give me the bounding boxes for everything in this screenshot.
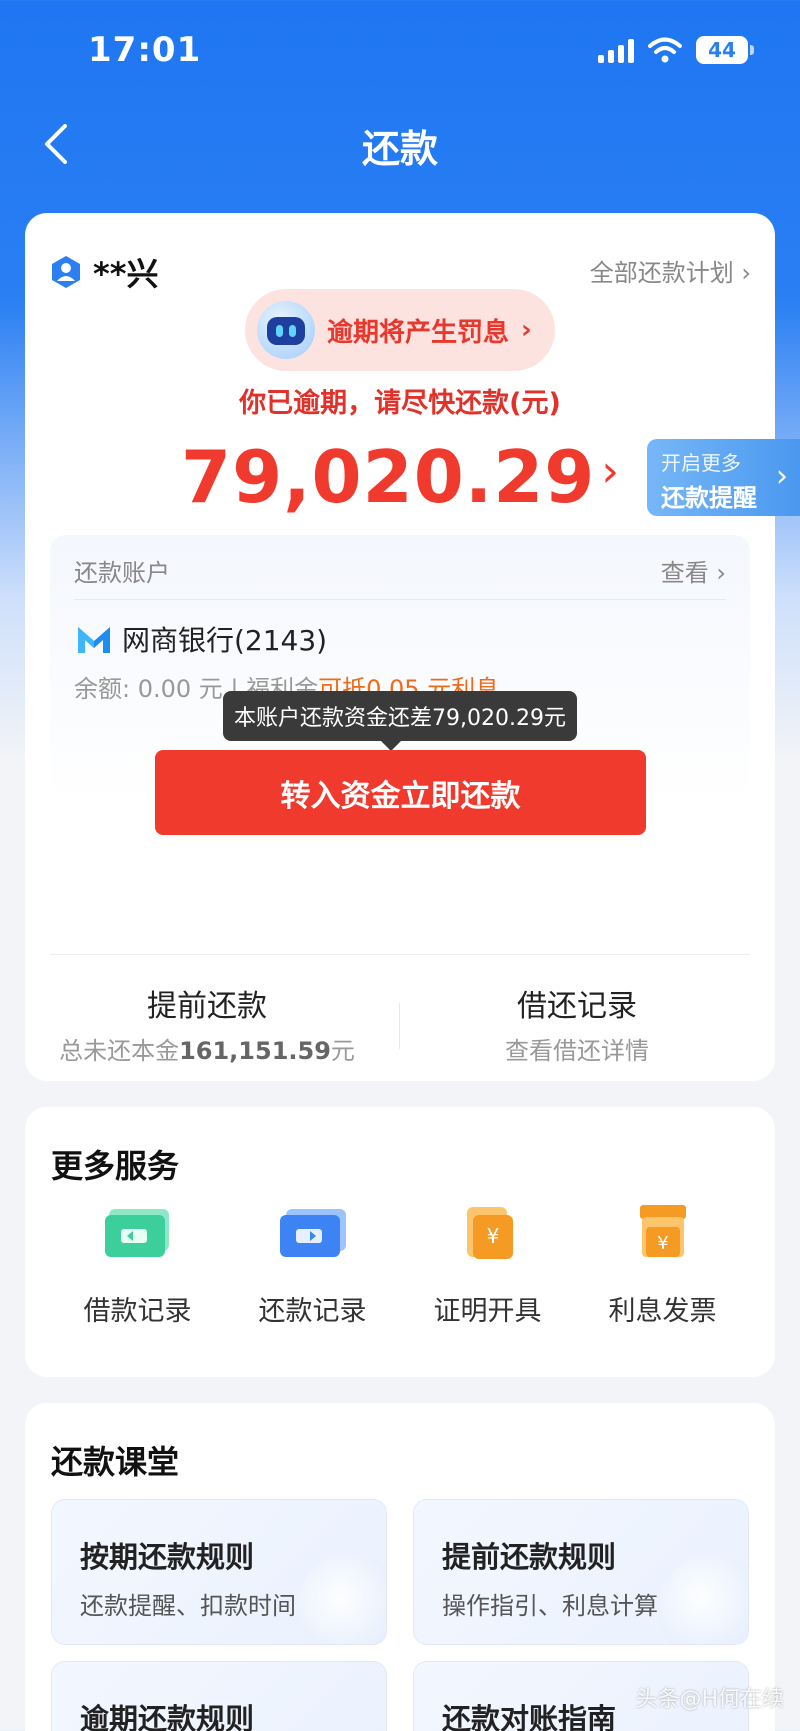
user-row: **兴 — [49, 249, 158, 295]
nav-bar: 还款 — [0, 100, 800, 190]
early-repay-action[interactable]: 提前还款 总未还本金161,151.59元 — [37, 981, 377, 1066]
early-repay-subtitle: 总未还本金161,151.59元 — [59, 1037, 355, 1065]
more-services-card: 更多服务 借款记录 还款记录 ¥ 证明开具 ¥ 利息发票 — [25, 1107, 775, 1377]
overdue-message: 你已逾期，请尽快还款(元) — [239, 388, 561, 419]
classroom-item-title: 还款对账指南 — [442, 1702, 617, 1731]
clock-decor-icon — [296, 1554, 386, 1644]
service-label: 利息发票 — [608, 1296, 717, 1327]
battery-level: 44 — [708, 38, 736, 62]
service-certificate[interactable]: ¥ 证明开具 — [400, 1205, 575, 1328]
wifi-icon — [648, 37, 682, 63]
repay-classroom-title: 还款课堂 — [51, 1443, 180, 1481]
divider — [74, 599, 726, 600]
service-repay-record[interactable]: 还款记录 — [225, 1205, 400, 1328]
classroom-item-title: 逾期还款规则 — [80, 1702, 255, 1731]
robot-assistant-icon — [257, 301, 315, 359]
classroom-item-subtitle: 还款提醒、扣款时间 — [80, 1592, 296, 1620]
shortfall-tooltip: 本账户还款资金还差79,020.29元 — [223, 691, 577, 751]
clock-decor-icon — [658, 1554, 748, 1644]
status-bar: 17:01 44 — [0, 0, 800, 100]
repayment-card: **兴 全部还款计划 › 逾期将产生罚息 › 你已逾期，请尽快还款(元) 79,… — [25, 213, 775, 1081]
loan-repay-history-action[interactable]: 借还记录 查看借还详情 — [407, 981, 747, 1066]
classroom-item-title: 提前还款规则 — [442, 1540, 617, 1574]
repay-account-label: 还款账户 — [74, 559, 170, 587]
view-account-link[interactable]: 查看 › — [661, 553, 726, 588]
transfer-and-pay-button[interactable]: 转入资金立即还款 — [155, 750, 646, 835]
chevron-right-icon: › — [601, 446, 619, 497]
user-shield-icon — [52, 256, 80, 288]
chevron-right-icon: › — [741, 259, 751, 287]
overdue-penalty-pill[interactable]: 逾期将产生罚息 › — [245, 289, 555, 371]
certificate-icon: ¥ — [466, 1207, 513, 1259]
svg-text:¥: ¥ — [486, 1224, 499, 1248]
classroom-item-subtitle: 操作指引、利息计算 — [442, 1592, 658, 1620]
view-account-label: 查看 — [660, 559, 709, 587]
loan-repay-history-title: 借还记录 — [517, 989, 637, 1024]
battery-icon: 44 — [696, 36, 754, 64]
all-plans-label: 全部还款计划 — [589, 259, 734, 287]
chevron-right-icon: › — [776, 459, 788, 494]
early-repay-title: 提前还款 — [147, 989, 267, 1024]
status-icons: 44 — [598, 36, 754, 64]
service-label: 还款记录 — [258, 1296, 367, 1327]
amount-due: 79,020.29 — [181, 435, 596, 519]
invoice-icon: ¥ — [639, 1205, 686, 1257]
watermark: 头条@H何在续 — [635, 1687, 784, 1712]
classroom-item-title: 按期还款规则 — [80, 1540, 255, 1574]
loan-record-icon — [104, 1209, 169, 1257]
mybank-logo-icon — [78, 627, 110, 653]
service-interest-invoice[interactable]: ¥ 利息发票 — [575, 1205, 750, 1328]
user-name: **兴 — [93, 255, 159, 293]
bank-name: 网商银行(2143) — [122, 624, 328, 657]
svg-text:¥: ¥ — [657, 1233, 668, 1254]
all-plans-link[interactable]: 全部还款计划 › — [590, 253, 751, 288]
divider — [50, 954, 750, 955]
classroom-item[interactable]: 逾期还款规则 — [51, 1661, 387, 1731]
service-label: 借款记录 — [83, 1296, 192, 1327]
status-time: 17:01 — [88, 30, 202, 70]
page-title: 还款 — [361, 127, 438, 171]
classroom-item[interactable]: 按期还款规则 还款提醒、扣款时间 — [51, 1499, 387, 1645]
repay-reminder-tab[interactable]: 开启更多 还款提醒 › — [647, 439, 800, 516]
chevron-right-icon: › — [716, 559, 726, 587]
bank-row: 网商银行(2143) — [76, 619, 327, 659]
signal-icon — [598, 37, 634, 63]
repay-record-icon — [279, 1209, 346, 1257]
classroom-item[interactable]: 提前还款规则 操作指引、利息计算 — [413, 1499, 749, 1645]
more-services-title: 更多服务 — [51, 1147, 180, 1185]
overdue-pill-label: 逾期将产生罚息 — [327, 317, 510, 348]
service-loan-record[interactable]: 借款记录 — [50, 1205, 225, 1328]
loan-repay-history-subtitle: 查看借还详情 — [505, 1037, 649, 1065]
divider — [399, 1003, 400, 1049]
service-label: 证明开具 — [433, 1296, 542, 1327]
service-grid: 借款记录 还款记录 ¥ 证明开具 ¥ 利息发票 — [25, 1205, 775, 1328]
chevron-right-icon: › — [521, 315, 532, 345]
